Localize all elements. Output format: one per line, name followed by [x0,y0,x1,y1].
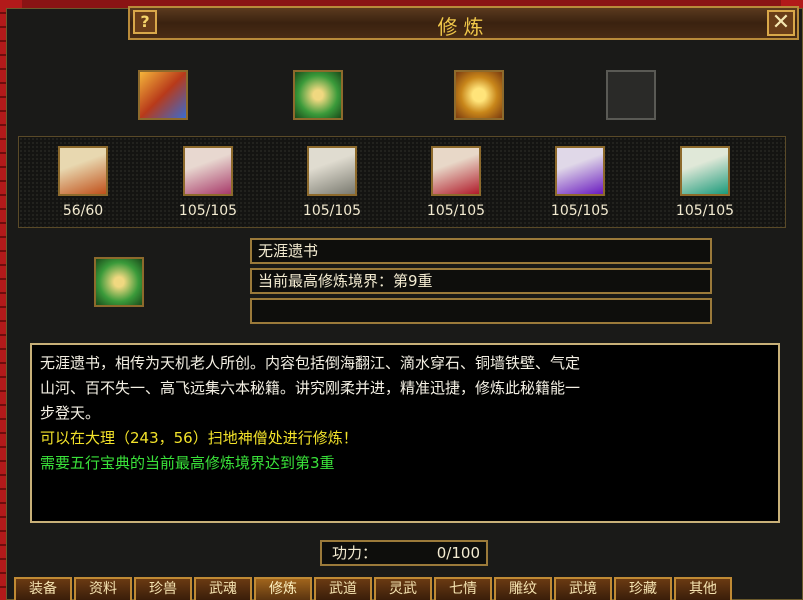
scroll-icon-6[interactable] [680,146,730,196]
tab-collection[interactable]: 珍藏 [614,577,672,600]
scroll-icon-5[interactable] [555,146,605,196]
book-icon[interactable] [138,70,188,120]
tab-martial-soul[interactable]: 武魂 [194,577,252,600]
scroll-count-6: 105/105 [675,203,735,219]
selected-item-icon[interactable] [94,257,144,307]
tab-cultivation[interactable]: 修炼 [254,577,312,600]
description-box: 无涯遗书，相传为天机老人所创。内容包括倒海翻江、滴水穿石、铜墙铁壁、气定 山河、… [30,343,780,523]
power-display: 功力： 0/100 [320,540,488,566]
title-bar[interactable]: 修炼 [128,6,799,40]
tab-emotions[interactable]: 七情 [434,577,492,600]
scroll-count-5: 105/105 [550,203,610,219]
description-line-3: 步登天。 [40,404,101,422]
scroll-count-3: 105/105 [302,203,362,219]
tab-pets[interactable]: 珍兽 [134,577,192,600]
tab-spirit-weapon[interactable]: 灵武 [374,577,432,600]
scroll-count-2: 105/105 [178,203,238,219]
close-button[interactable]: ✕ [767,10,795,36]
scroll-icon-3[interactable] [307,146,357,196]
scroll-icon-1[interactable] [58,146,108,196]
description-line-2: 山河、百不失一、高飞远集六本秘籍。讲究刚柔并进，精准迅捷，修炼此秘籍能一 [40,379,581,397]
tab-bar: 装备 资料 珍兽 武魂 修炼 武道 灵武 七情 雕纹 武境 珍藏 其他 [14,577,732,600]
realm-field: 当前最高修炼境界：第9重 [250,268,712,294]
item-name-field: 无涯遗书 [250,238,712,264]
power-value: 0/100 [436,544,480,562]
gold-scroll-bundle-icon[interactable] [454,70,504,120]
tab-equipment[interactable]: 装备 [14,577,72,600]
tab-martial-way[interactable]: 武道 [314,577,372,600]
requirement-text: 需要五行宝典的当前最高修炼境界达到第3重 [40,454,335,472]
description-line-1: 无涯遗书，相传为天机老人所创。内容包括倒海翻江、滴水穿石、铜墙铁壁、气定 [40,354,581,372]
window-title: 修炼 [437,15,490,39]
extra-field [250,298,712,324]
help-button[interactable]: ? [133,10,157,34]
tab-engraving[interactable]: 雕纹 [494,577,552,600]
tab-profile[interactable]: 资料 [74,577,132,600]
tab-other[interactable]: 其他 [674,577,732,600]
empty-slot-icon[interactable] [606,70,656,120]
location-text: 可以在大理（243，56）扫地神僧处进行修炼！ [40,429,358,447]
scroll-icon-2[interactable] [183,146,233,196]
scroll-count-4: 105/105 [426,203,486,219]
tab-martial-realm[interactable]: 武境 [554,577,612,600]
green-scroll-bundle-icon[interactable] [293,70,343,120]
power-label: 功力： [332,544,378,562]
scroll-icon-4[interactable] [431,146,481,196]
scroll-count-1: 56/60 [62,203,104,219]
